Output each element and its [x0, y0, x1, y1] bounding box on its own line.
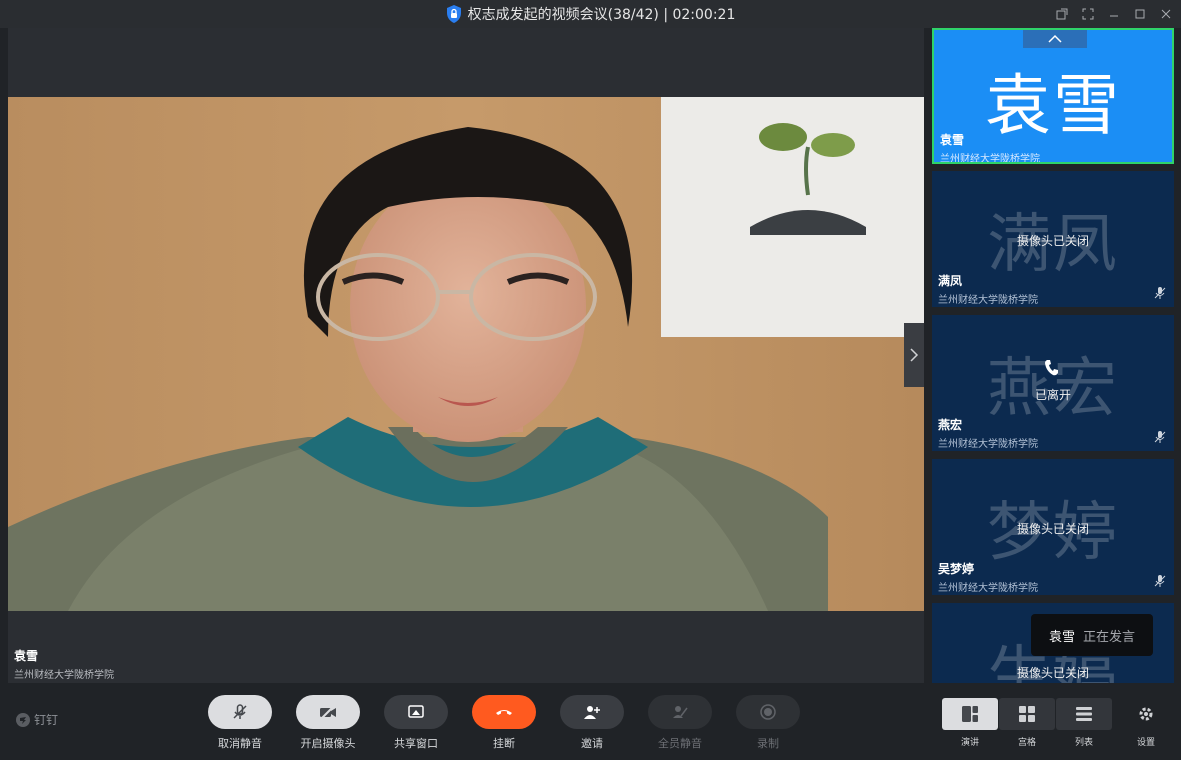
speaker-view-button[interactable]: 演讲 — [942, 698, 998, 748]
window-title: 权志成发起的视频会议(38/42) | 02:00:21 — [467, 7, 736, 23]
record-label: 录制 — [757, 737, 779, 750]
dingtalk-logo-icon — [16, 712, 30, 727]
brand-label: 钉钉 — [34, 713, 59, 727]
hangup-label: 挂断 — [493, 737, 515, 750]
participant-name: 满凤 — [938, 274, 963, 288]
mic-muted-icon — [1154, 287, 1166, 299]
unmute-pill[interactable] — [208, 695, 272, 729]
dingtalk-brand: 钉钉 — [16, 711, 58, 728]
speaking-text: 正在发言 — [1083, 629, 1136, 645]
participant-status: 已离开 — [1034, 388, 1071, 402]
list-layout-icon — [1076, 707, 1092, 721]
participant-status: 摄像头已关闭 — [1016, 522, 1089, 536]
speaking-indicator: 袁雪 正在发言 — [1031, 614, 1153, 656]
gear-icon — [1139, 707, 1153, 721]
grid-view-box[interactable] — [999, 698, 1055, 730]
meeting-toolbar: 钉钉 取消静音 开启摄像头 共享窗口 挂断 邀请 全员静音 录制 演讲 宫格 列… — [0, 686, 1181, 760]
meeting-window: 权志成发起的视频会议(38/42) | 02:00:21 袁雪 兰州财经大学陇桥… — [0, 0, 1181, 760]
mute-all-pill[interactable] — [648, 695, 712, 729]
camera-off-icon — [320, 705, 336, 720]
minimize-icon[interactable] — [1107, 7, 1121, 21]
settings-label: 设置 — [1136, 738, 1155, 748]
record-button[interactable]: 录制 — [733, 695, 803, 751]
list-view-label: 列表 — [1074, 738, 1093, 748]
main-video-feed[interactable] — [8, 97, 924, 611]
participant-status: 摄像头已关闭 — [1016, 234, 1089, 248]
grid-view-label: 宫格 — [1017, 738, 1036, 748]
record-icon — [760, 704, 776, 720]
share-pill[interactable] — [384, 695, 448, 729]
participant-org: 兰州财经大学陇桥学院 — [938, 439, 1038, 450]
camera-on-label: 开启摄像头 — [300, 737, 356, 750]
mic-muted-icon — [1154, 431, 1166, 443]
grid-layout-icon — [1019, 706, 1035, 722]
mute-all-label: 全员静音 — [658, 737, 702, 750]
participant-panel: 袁雪 袁雪 兰州财经大学陇桥学院 满凤 摄像头已关闭 满凤 兰州财经大学陇桥学院… — [932, 28, 1174, 683]
video-frame — [8, 97, 924, 611]
close-icon[interactable] — [1159, 7, 1173, 21]
main-video-name: 袁雪 — [14, 649, 39, 663]
maximize-icon[interactable] — [1133, 7, 1147, 21]
collapse-panel-button[interactable] — [1023, 30, 1087, 48]
speaker-view-box[interactable] — [942, 698, 998, 730]
mic-muted-icon — [1154, 575, 1166, 587]
fullscreen-icon[interactable] — [1081, 7, 1095, 21]
participant-name: 燕宏 — [938, 418, 963, 432]
hangup-button[interactable]: 挂断 — [469, 695, 539, 751]
participant-avatar-text: 袁雪 — [985, 67, 1121, 144]
settings-button[interactable]: 设置 — [1118, 698, 1174, 748]
title-wrap: 权志成发起的视频会议(38/42) | 02:00:21 — [0, 0, 1181, 28]
speaker-layout-icon — [962, 706, 978, 722]
unmute-button[interactable]: 取消静音 — [205, 695, 275, 751]
phone-hangup-icon — [496, 710, 512, 715]
participant-avatar-text: 燕宏 — [987, 352, 1119, 426]
unmute-label: 取消静音 — [218, 737, 262, 750]
share-window-label: 共享窗口 — [394, 737, 438, 750]
window-controls — [1055, 0, 1173, 28]
popout-icon[interactable] — [1055, 7, 1069, 21]
main-video-area: 袁雪 兰州财经大学陇桥学院 — [8, 28, 924, 683]
participant-tile[interactable]: 满凤 摄像头已关闭 满凤 兰州财经大学陇桥学院 — [932, 171, 1174, 307]
camera-on-button[interactable]: 开启摄像头 — [293, 695, 363, 751]
record-pill[interactable] — [736, 695, 800, 729]
invite-label: 邀请 — [581, 737, 603, 750]
participant-org: 兰州财经大学陇桥学院 — [938, 295, 1038, 306]
add-user-icon — [584, 706, 600, 719]
participant-org: 兰州财经大学陇桥学院 — [938, 583, 1038, 594]
share-window-button[interactable]: 共享窗口 — [381, 695, 451, 751]
title-bar: 权志成发起的视频会议(38/42) | 02:00:21 — [0, 0, 1181, 28]
next-page-arrow[interactable] — [904, 323, 924, 387]
participant-status: 摄像头已关闭 — [1016, 666, 1089, 680]
settings-box[interactable] — [1118, 698, 1174, 730]
speaking-name: 袁雪 — [1048, 629, 1075, 645]
shield-lock-icon — [446, 5, 461, 23]
participant-name: 吴梦婷 — [938, 562, 975, 576]
hangup-pill[interactable] — [472, 695, 536, 729]
participant-tile[interactable]: 梦婷 摄像头已关闭 吴梦婷 兰州财经大学陇桥学院 — [932, 459, 1174, 595]
share-screen-icon — [408, 705, 424, 718]
mic-muted-icon — [233, 704, 247, 719]
participant-tile[interactable]: 袁雪 袁雪 兰州财经大学陇桥学院 — [932, 28, 1174, 164]
mute-all-button[interactable]: 全员静音 — [645, 695, 715, 751]
mute-all-icon — [673, 706, 688, 718]
chevron-right-icon — [910, 348, 919, 362]
participant-org: 兰州财经大学陇桥学院 — [940, 154, 1040, 164]
main-video-org: 兰州财经大学陇桥学院 — [14, 670, 114, 681]
list-view-button[interactable]: 列表 — [1056, 698, 1112, 748]
speaker-view-label: 演讲 — [960, 738, 979, 748]
participant-tile[interactable]: 燕宏 已离开 燕宏 兰州财经大学陇桥学院 — [932, 315, 1174, 451]
participant-name: 袁雪 — [940, 133, 965, 147]
invite-pill[interactable] — [560, 695, 624, 729]
list-view-box[interactable] — [1056, 698, 1112, 730]
invite-button[interactable]: 邀请 — [557, 695, 627, 751]
camera-pill[interactable] — [296, 695, 360, 729]
chevron-up-icon — [1048, 34, 1062, 43]
phone-icon — [1045, 360, 1058, 376]
grid-view-button[interactable]: 宫格 — [999, 698, 1055, 748]
